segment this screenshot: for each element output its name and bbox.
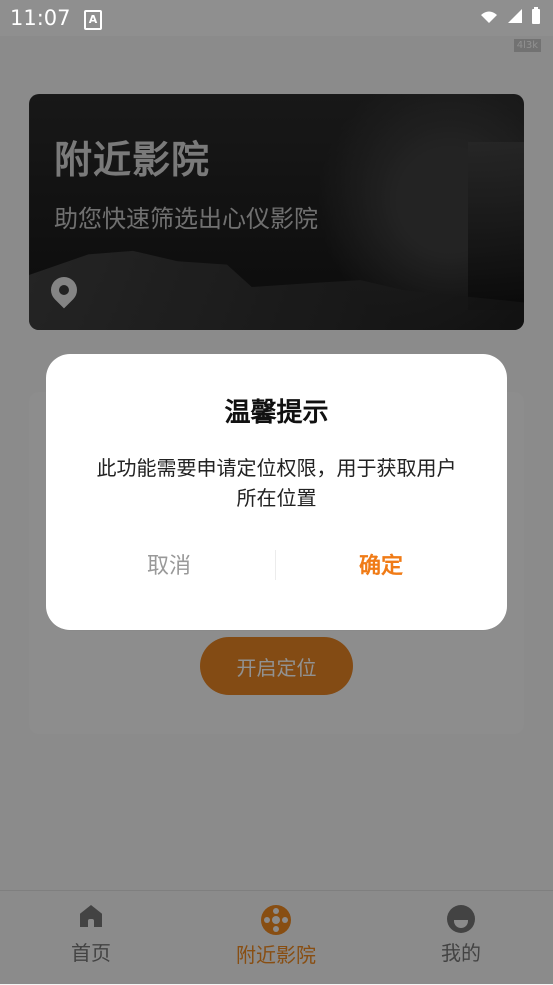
confirm-button[interactable]: 确定 <box>346 545 416 583</box>
permission-dialog: 温馨提示 此功能需要申请定位权限，用于获取用户所在位置 取消 确定 <box>46 354 507 630</box>
status-bar: 11:07 A <box>0 0 553 36</box>
status-a-icon: A <box>84 10 102 30</box>
dialog-title: 温馨提示 <box>224 398 329 428</box>
dialog-message: 此功能需要申请定位权限，用于获取用户所在位置 <box>96 456 457 510</box>
cancel-button[interactable]: 取消 <box>134 545 204 583</box>
signal-icon <box>508 9 522 23</box>
wifi-icon <box>481 11 497 23</box>
dialog-divider <box>275 550 276 580</box>
status-time: 11:07 <box>10 6 71 30</box>
battery-icon <box>532 7 540 24</box>
status-icons <box>479 7 541 25</box>
